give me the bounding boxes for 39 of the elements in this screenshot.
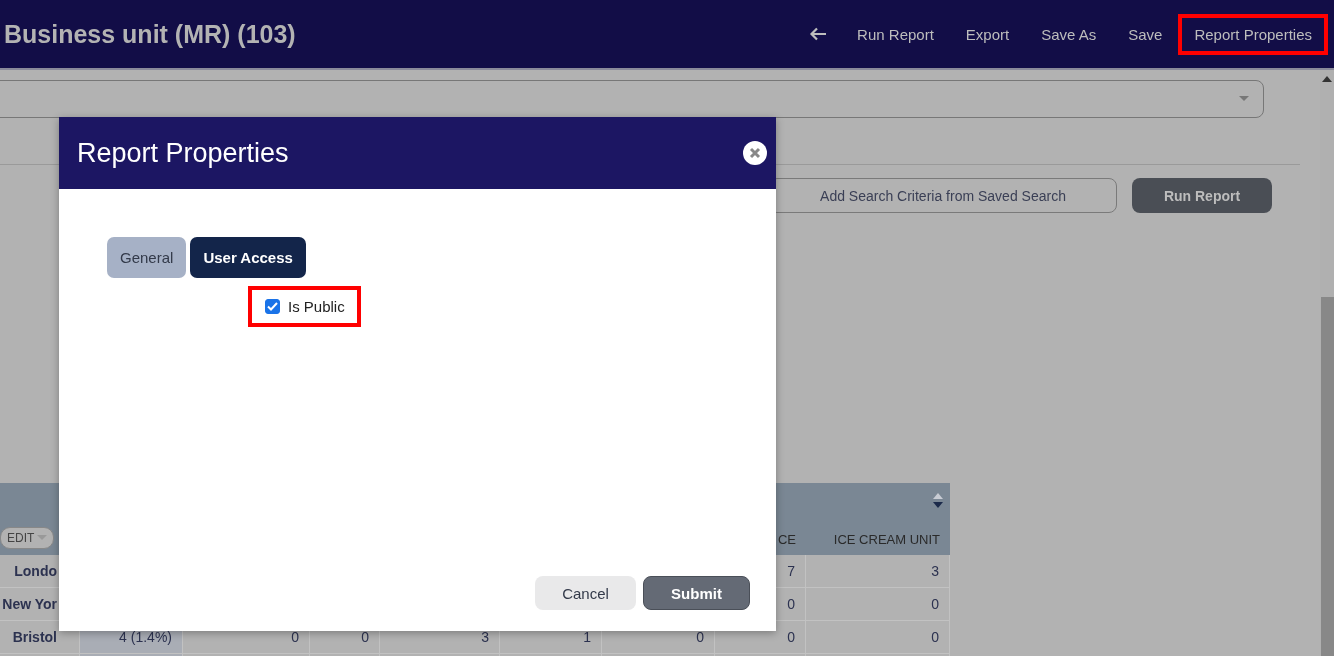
toolbar-link[interactable]: Export (949, 13, 1026, 55)
table-cell: 0 (696, 629, 704, 645)
checkbox-option[interactable]: Is Public (248, 286, 361, 327)
table-cell: 0 (787, 596, 795, 612)
table-cell: 3 (931, 563, 939, 579)
caret-icon (37, 535, 48, 541)
table-cell: 3 (481, 629, 489, 645)
toolbar-link[interactable]: Save As (1025, 13, 1113, 55)
back-arrow-icon[interactable] (809, 27, 828, 41)
table-cell: New Yor (2, 596, 57, 612)
checkbox[interactable] (265, 299, 280, 314)
column-header: CE (777, 532, 796, 547)
search-button[interactable]: Run Report (1132, 178, 1272, 213)
caret-icon (1239, 96, 1249, 102)
table-cell: 7 (787, 563, 795, 579)
table-cell: 0 (787, 629, 795, 645)
scrollbar-thumb[interactable] (1321, 297, 1334, 656)
edit-button[interactable]: EDIT (0, 527, 55, 549)
table-cell: Bristol (12, 629, 57, 645)
toolbar-link[interactable]: Run Report (841, 13, 950, 55)
table-cell: Londo (14, 563, 57, 579)
table-cell: 1 (583, 629, 591, 645)
toolbar-link[interactable]: Save (1112, 13, 1179, 55)
report-title: Business unit (MR) (103) (3, 19, 296, 49)
tab[interactable]: General (107, 237, 187, 278)
table-cell: 0 (931, 596, 939, 612)
table-cell: 0 (361, 629, 369, 645)
tab[interactable]: User Access (190, 237, 306, 278)
toolbar-link[interactable]: Report Properties (1178, 13, 1328, 55)
dialog-button[interactable]: Submit (643, 576, 750, 610)
dialog-button[interactable]: Cancel (535, 576, 636, 610)
column-header: ICE CREAM UNIT (833, 532, 940, 547)
sort-icon[interactable] (933, 493, 943, 509)
scroll-up-icon[interactable] (1322, 76, 1332, 82)
close-icon[interactable] (743, 141, 767, 165)
table-cell: 0 (291, 629, 299, 645)
table-cell: 4 (1.4%) (119, 629, 172, 645)
dialog-title: Report Properties (77, 137, 289, 169)
table-cell: 0 (931, 629, 939, 645)
